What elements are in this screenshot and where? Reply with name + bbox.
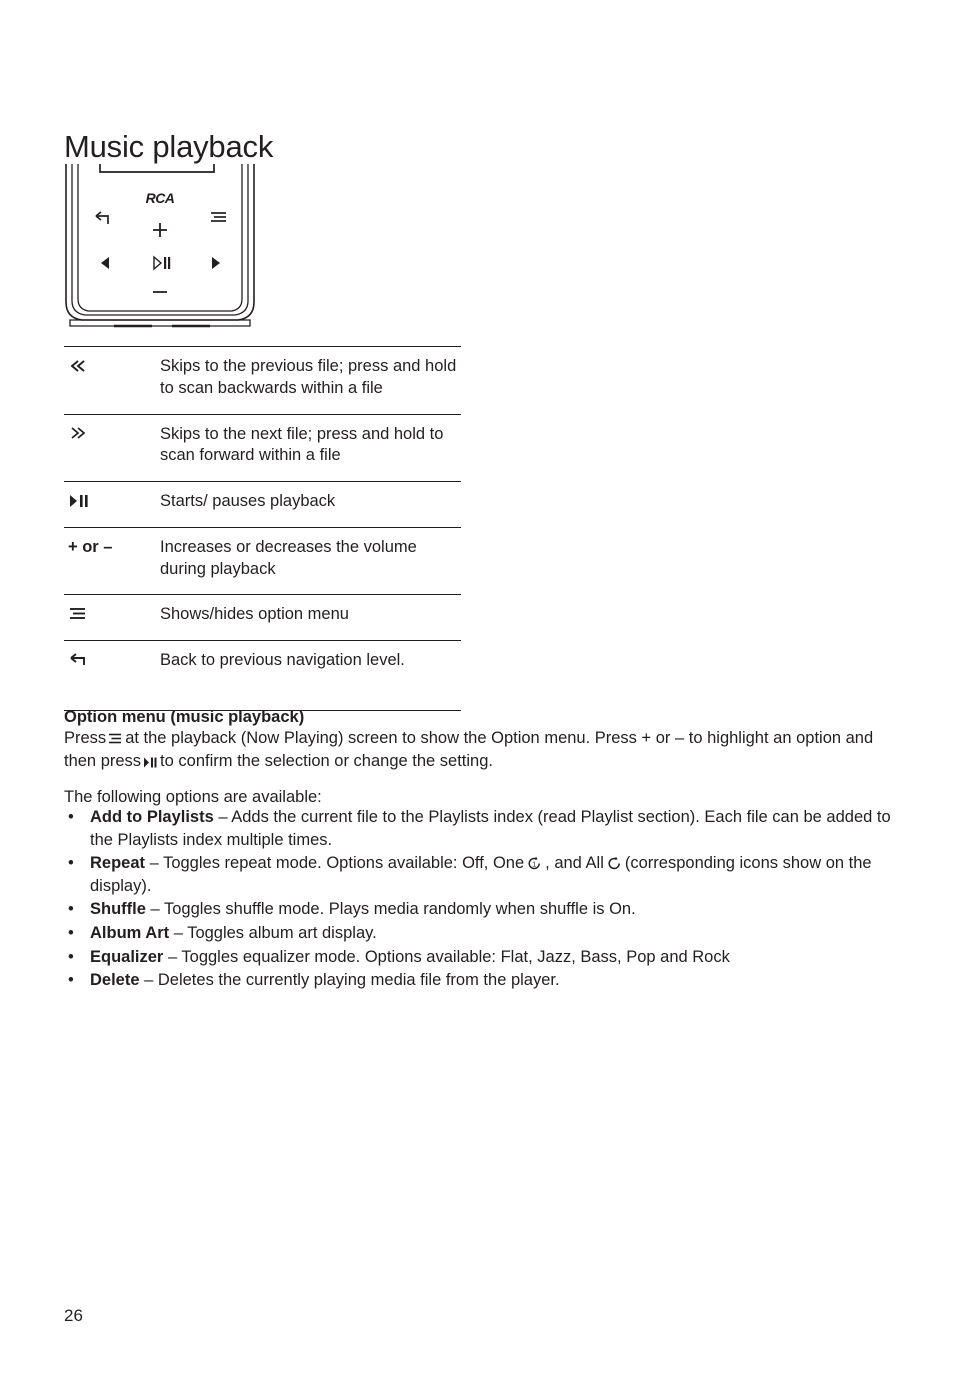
rca-logo: RCA <box>146 190 176 206</box>
option-name: Equalizer <box>90 947 164 966</box>
page-number: 26 <box>64 1306 83 1325</box>
table-cell-icon <box>64 595 160 641</box>
intro-text-part-1: Press <box>64 729 107 747</box>
list-item: • Equalizer – Toggles equalizer mode. Op… <box>64 946 894 969</box>
table-cell-icon: + or – <box>64 527 160 595</box>
bullet-marker: • <box>68 900 74 919</box>
table-cell-description: Shows/hides option menu <box>160 605 349 624</box>
device-next-icon <box>212 257 220 269</box>
table-cell-description: Skips to the next file; press and hold t… <box>160 424 444 465</box>
option-text: – Toggles shuffle mode. Plays media rand… <box>145 900 636 919</box>
device-illustration: RCA <box>64 162 256 330</box>
table-row: Skips to the next file; press and hold t… <box>64 414 461 482</box>
intro-text-part-3: to confirm the selection or change the s… <box>160 752 493 771</box>
bullet-marker: • <box>68 808 74 826</box>
option-name: Shuffle <box>90 900 146 919</box>
table-cell-icon <box>64 482 160 528</box>
svg-text:1: 1 <box>532 862 536 869</box>
option-name: Delete <box>90 971 140 990</box>
bullet-marker: • <box>68 923 74 942</box>
device-menu-icon <box>211 212 226 222</box>
play-pause-icon-inline <box>143 756 158 769</box>
device-back-icon <box>95 211 109 224</box>
bullet-marker: • <box>68 971 74 990</box>
table-cell-description: Starts/ pauses playback <box>160 492 336 511</box>
option-list: • Add to Playlists – Adds the current fi… <box>64 806 894 993</box>
option-text-before-repeat-one-icon: – Toggles repeat mode. Options available… <box>145 854 525 873</box>
option-menu-heading: Option menu (music playback) <box>64 708 305 726</box>
option-menu-icon <box>68 606 88 622</box>
table-row: Skips to the previous file; press and ho… <box>64 346 461 415</box>
table-cell-icon <box>64 414 160 482</box>
previous-double-chevron-icon <box>68 358 88 374</box>
option-name: Add to Playlists <box>90 808 214 826</box>
manual-page: Music playback RCA Skips to the previous… <box>0 0 954 1374</box>
bullet-marker: • <box>68 854 74 873</box>
table-row: Back to previous navigation level. <box>64 640 461 711</box>
device-volume-up-icon <box>153 223 167 237</box>
table-row: + or – Increases or decreases the volume… <box>64 527 461 595</box>
page-title: Music playback <box>64 129 274 164</box>
option-menu-icon-inline <box>108 733 123 745</box>
device-previous-icon <box>101 257 109 269</box>
play-pause-icon <box>68 493 90 509</box>
plus-or-minus-label: + or – <box>68 537 113 556</box>
list-item: • Repeat – Toggles repeat mode. Options … <box>64 852 894 897</box>
option-name: Repeat <box>90 854 146 873</box>
back-arrow-icon <box>68 652 90 668</box>
next-double-chevron-icon <box>68 425 88 441</box>
repeat-one-icon: 1 <box>527 856 542 871</box>
table-row: Starts/ pauses playback <box>64 481 461 528</box>
bullet-marker: • <box>68 947 74 966</box>
option-text-between-repeat-icons: , and All <box>545 854 604 873</box>
list-item: • Shuffle – Toggles shuffle mode. Plays … <box>64 898 894 921</box>
list-item: • Add to Playlists – Adds the current fi… <box>64 806 894 851</box>
option-text: – Toggles album art display. <box>169 923 377 942</box>
table-cell-description: Back to previous navigation level. <box>160 651 405 670</box>
table-cell-description: Skips to the previous file; press and ho… <box>160 357 457 397</box>
device-play-pause-icon <box>153 255 171 271</box>
table-cell-icon <box>64 347 160 415</box>
button-function-table: Skips to the previous file; press and ho… <box>64 346 461 711</box>
option-name: Album Art <box>90 923 170 942</box>
option-text: – Deletes the currently playing media fi… <box>139 971 560 990</box>
table-cell-description: Increases or decreases the volume during… <box>160 537 417 578</box>
repeat-all-icon <box>607 856 622 871</box>
table-row: Shows/hides option menu <box>64 594 461 641</box>
list-item: • Album Art – Toggles album art display. <box>64 922 894 945</box>
option-menu-intro-paragraph: Press at the playback (Now Playing) scre… <box>64 727 894 774</box>
option-text: – Toggles equalizer mode. Options availa… <box>163 947 730 966</box>
table-cell-icon <box>64 641 160 711</box>
list-item: • Delete – Deletes the currently playing… <box>64 969 894 992</box>
svg-text:RCA: RCA <box>146 190 175 206</box>
